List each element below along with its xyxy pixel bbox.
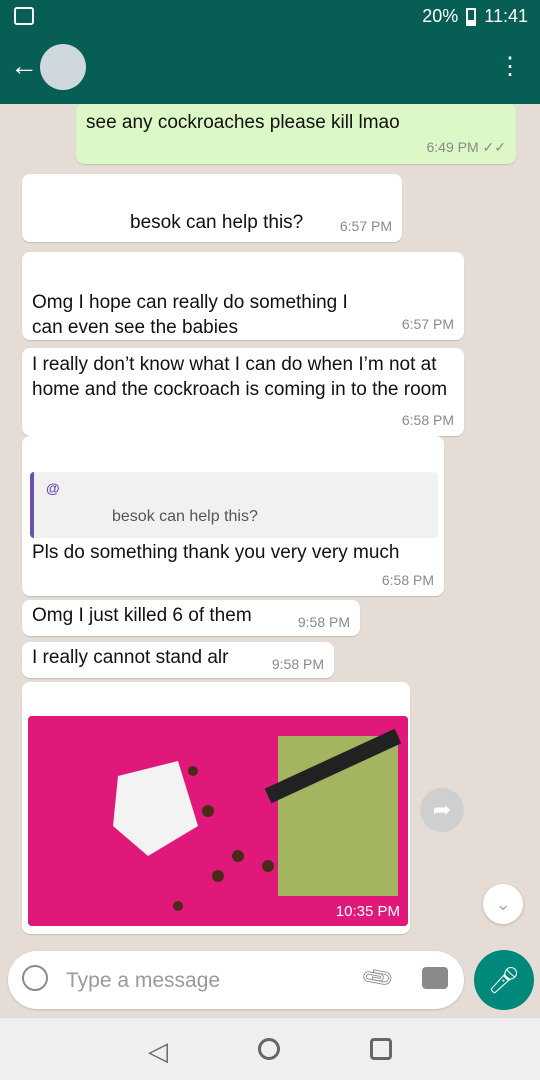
message-text: I really cannot stand alr <box>32 647 229 668</box>
message-composer: 📎︎ <box>8 951 464 1009</box>
message-in[interactable]: I really cannot stand alr 9:58 PM <box>22 642 334 678</box>
cockroach <box>262 860 274 872</box>
message-in[interactable]: @ besok can help this? Pls do something … <box>22 436 444 596</box>
cockroach <box>212 870 224 882</box>
message-out[interactable]: see any cockroaches please kill lmao 6:4… <box>76 104 516 164</box>
message-time: 6:58 PM <box>401 412 454 428</box>
chat-area[interactable]: see any cockroaches please kill lmao 6:4… <box>0 104 540 944</box>
scroll-down-icon[interactable]: ⌄ <box>483 884 523 924</box>
message-time: 9:58 PM <box>297 614 350 630</box>
message-time: 6:57 PM <box>401 316 454 332</box>
cockroach <box>173 901 183 911</box>
message-in-image[interactable]: 10:35 PM <box>22 682 410 934</box>
message-time: 6:49 PM ✓✓ <box>427 139 507 156</box>
back-icon[interactable]: ← <box>10 50 38 82</box>
message-time: 6:58 PM <box>381 572 434 588</box>
status-bar: 20% 11:41 <box>0 0 540 32</box>
share-icon[interactable]: ➦ <box>420 788 464 832</box>
message-in[interactable]: Omg I just killed 6 of them 9:58 PM <box>22 600 360 636</box>
clock: 11:41 <box>484 6 528 26</box>
message-text: Omg I hope can really do something I can… <box>32 292 348 338</box>
nav-home-icon[interactable] <box>258 1038 280 1060</box>
nav-recents-icon[interactable] <box>370 1038 392 1060</box>
mic-icon[interactable]: 🎤︎ <box>474 950 534 1010</box>
message-text: I really don’t know what I can do when I… <box>32 354 448 400</box>
double-check-icon: ✓✓ <box>482 139 506 155</box>
message-in[interactable]: besok can help this? 6:57 PM <box>22 174 402 242</box>
message-text: besok can help this? <box>130 212 304 233</box>
battery-icon <box>466 7 477 26</box>
quoted-sender: @ <box>46 480 60 496</box>
cockroach <box>232 850 244 862</box>
emoji-icon[interactable] <box>22 965 48 991</box>
status-right: 20% 11:41 <box>422 6 528 27</box>
message-text: Pls do something thank you very very muc… <box>32 542 400 563</box>
message-in[interactable]: I really don’t know what I can do when I… <box>22 348 464 436</box>
cockroach <box>202 805 214 817</box>
camera-icon[interactable] <box>422 967 448 989</box>
message-input[interactable] <box>64 965 328 997</box>
photo-illustration <box>28 716 408 926</box>
message-time-text: 6:49 PM <box>426 139 479 155</box>
message-time: 9:58 PM <box>271 656 324 672</box>
message-time: 6:57 PM <box>339 218 392 234</box>
avatar[interactable] <box>40 44 86 90</box>
quoted-message[interactable]: @ besok can help this? <box>30 472 438 538</box>
message-time: 10:35 PM <box>335 903 400 920</box>
quoted-text: besok can help this? <box>112 508 258 525</box>
menu-icon[interactable]: ⋮ <box>498 52 522 81</box>
android-nav-bar: ◁ <box>0 1018 540 1080</box>
message-in[interactable]: Omg I hope can really do something I can… <box>22 252 464 340</box>
gallery-icon <box>14 7 34 25</box>
message-text: see any cockroaches please kill lmao <box>86 112 400 133</box>
battery-percent: 20% <box>422 6 459 26</box>
message-photo[interactable]: 10:35 PM <box>28 716 408 926</box>
nav-back-icon[interactable]: ◁ <box>148 1036 168 1067</box>
attach-icon[interactable]: 📎︎ <box>359 959 397 996</box>
cockroach <box>188 766 198 776</box>
message-text: Omg I just killed 6 of them <box>32 605 252 626</box>
chat-header: ← ⋮ <box>0 32 540 104</box>
